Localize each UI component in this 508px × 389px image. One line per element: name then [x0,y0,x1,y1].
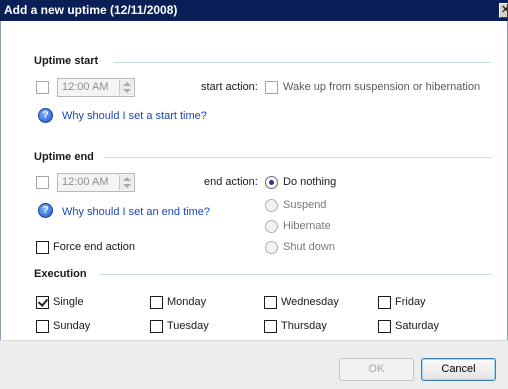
day-label-single: Single [53,296,84,308]
radio-label-hibernate: Hibernate [283,220,331,232]
dialog-body: Uptime start 12:00 AM start action: Wake… [0,21,508,368]
start-time-checkbox[interactable] [36,81,49,94]
day-label-saturday: Saturday [395,320,440,332]
day-checkbox-thursday[interactable] [264,320,277,333]
ok-button[interactable]: OK [339,358,414,381]
radio-label-do-nothing: Do nothing [283,176,337,188]
help-icon: ? [38,203,53,218]
section-header-uptime-end: Uptime end [34,151,94,163]
day-label-thursday: Thursday [281,320,327,332]
close-icon[interactable]: ✕ [499,3,508,18]
radio-suspend[interactable] [265,199,278,212]
section-header-execution: Execution [34,268,87,280]
force-end-action-label: Force end action [53,241,135,253]
end-time-value: 12:00 AM [62,176,109,188]
section-divider [105,157,491,158]
start-time-help-link[interactable]: Why should I set a start time? [62,110,207,122]
wake-checkbox[interactable] [265,81,278,94]
start-time-spinner[interactable] [119,80,133,95]
title-bar: Add a new uptime (12/11/2008) ✕ [0,0,508,21]
radio-do-nothing[interactable] [265,176,278,189]
day-checkbox-monday[interactable] [150,296,163,309]
section-header-uptime-start: Uptime start [34,55,99,67]
day-checkbox-wednesday[interactable] [264,296,277,309]
help-icon: ? [38,108,53,123]
day-label-friday: Friday [395,296,426,308]
day-label-wednesday: Wednesday [281,296,339,308]
radio-hibernate[interactable] [265,220,278,233]
section-divider [114,62,491,63]
day-label-monday: Monday [167,296,207,308]
wake-label: Wake up from suspension or hibernation [283,81,481,93]
end-time-field[interactable]: 12:00 AM [57,173,135,192]
end-time-checkbox[interactable] [36,176,49,189]
day-checkbox-single[interactable] [36,296,49,309]
start-action-label: start action: [201,81,258,93]
section-divider [99,274,491,275]
button-bar: OK Cancel [0,340,508,389]
cancel-button[interactable]: Cancel [421,358,496,381]
start-time-value: 12:00 AM [62,81,109,93]
day-checkbox-tuesday[interactable] [150,320,163,333]
day-label-tuesday: Tuesday [167,320,209,332]
day-checkbox-friday[interactable] [378,296,391,309]
end-time-help-link[interactable]: Why should I set an end time? [62,206,210,218]
end-action-label: end action: [204,176,258,188]
force-end-action-checkbox[interactable] [36,241,49,254]
radio-shut-down[interactable] [265,241,278,254]
radio-label-suspend: Suspend [283,199,327,211]
window-title: Add a new uptime (12/11/2008) [4,3,178,17]
day-checkbox-sunday[interactable] [36,320,49,333]
day-checkbox-saturday[interactable] [378,320,391,333]
end-time-spinner[interactable] [119,175,133,190]
day-label-sunday: Sunday [53,320,91,332]
start-time-field[interactable]: 12:00 AM [57,78,135,97]
radio-label-shut-down: Shut down [283,241,335,253]
